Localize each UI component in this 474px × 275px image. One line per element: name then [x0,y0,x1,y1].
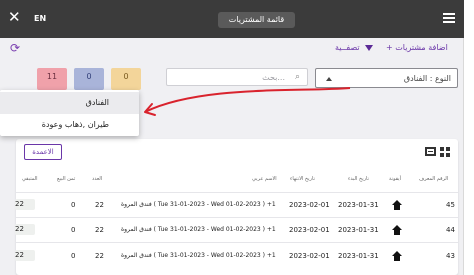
annotation-arrow [144,87,351,116]
